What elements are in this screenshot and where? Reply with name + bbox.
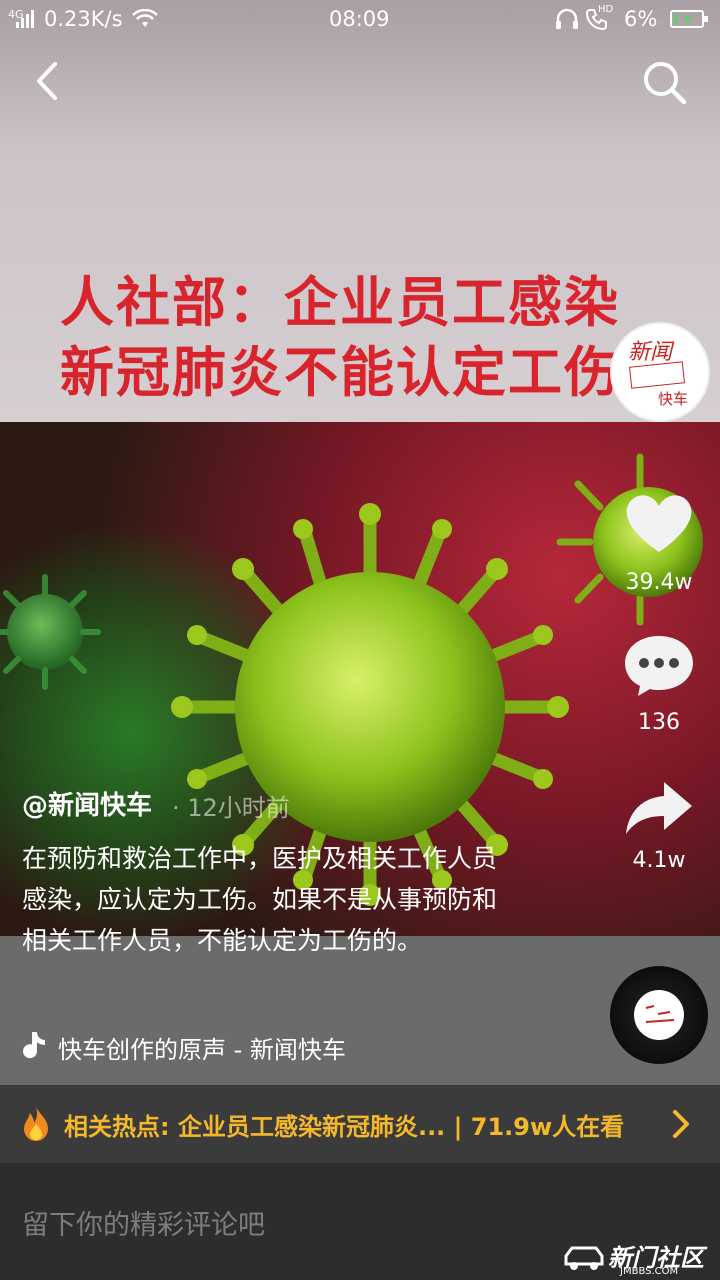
- clock: 08:09: [329, 7, 390, 31]
- watermark-car-icon: [564, 1246, 604, 1270]
- video-headline-line2: 新冠肺炎不能认定工伤: [60, 341, 620, 404]
- avatar-text-top: 新闻: [628, 340, 673, 365]
- hd-label: HD: [598, 4, 614, 15]
- battery-icon: [670, 10, 708, 28]
- author-name[interactable]: @新闻快车: [22, 785, 152, 822]
- headset-icon: [556, 8, 578, 29]
- fire-icon: [24, 1107, 48, 1141]
- music-title[interactable]: 快车创作的原声 - 新闻快车: [58, 1030, 380, 1065]
- post-caption: 在预防和救治工作中，医护及相关工作人员感染，应认定为工伤。如果不是从事预防和相关…: [22, 844, 498, 955]
- search-icon[interactable]: [640, 58, 690, 108]
- channel-avatar[interactable]: 新闻 快车: [610, 322, 710, 422]
- watermark-sub: JMBBS.COM: [620, 1266, 679, 1277]
- avatar-text-bottom: 快车: [658, 390, 689, 408]
- video-headline-line1: 人社部：企业员工感染: [60, 271, 620, 334]
- like-count: 39.4w: [625, 570, 693, 595]
- disc-cover: [634, 990, 684, 1040]
- music-disc[interactable]: [610, 966, 708, 1064]
- hot-topic-text: 相关热点: 企业员工感染新冠肺炎... | 71.9w人在看: [64, 1113, 625, 1141]
- status-bar: 4G 0.23K/s 08:09 HD 6%: [0, 0, 720, 40]
- network-speed: 0.23K/s: [44, 7, 123, 31]
- disc-logo-icon: [645, 1005, 675, 1023]
- comment-count: 136: [638, 710, 680, 735]
- wifi-icon: [132, 9, 158, 27]
- news-stamp-icon: [628, 361, 686, 389]
- chevron-right-icon: [673, 1110, 689, 1138]
- music-note-icon: [23, 1032, 45, 1059]
- comment-icon[interactable]: [622, 632, 696, 698]
- battery-percent: 6%: [624, 7, 658, 31]
- watermark-logo: 新门社区 JMBBS.COM: [560, 1238, 720, 1280]
- signal-icon: [16, 10, 34, 28]
- back-icon[interactable]: [28, 56, 68, 106]
- post-time: · 12小时前: [172, 794, 290, 822]
- share-icon[interactable]: [622, 778, 696, 838]
- share-count: 4.1w: [632, 848, 686, 873]
- hot-topic-bar[interactable]: 相关热点: 企业员工感染新冠肺炎... | 71.9w人在看: [0, 1085, 720, 1163]
- heart-icon[interactable]: [622, 490, 696, 556]
- comment-placeholder: 留下你的精彩评论吧: [22, 1210, 265, 1241]
